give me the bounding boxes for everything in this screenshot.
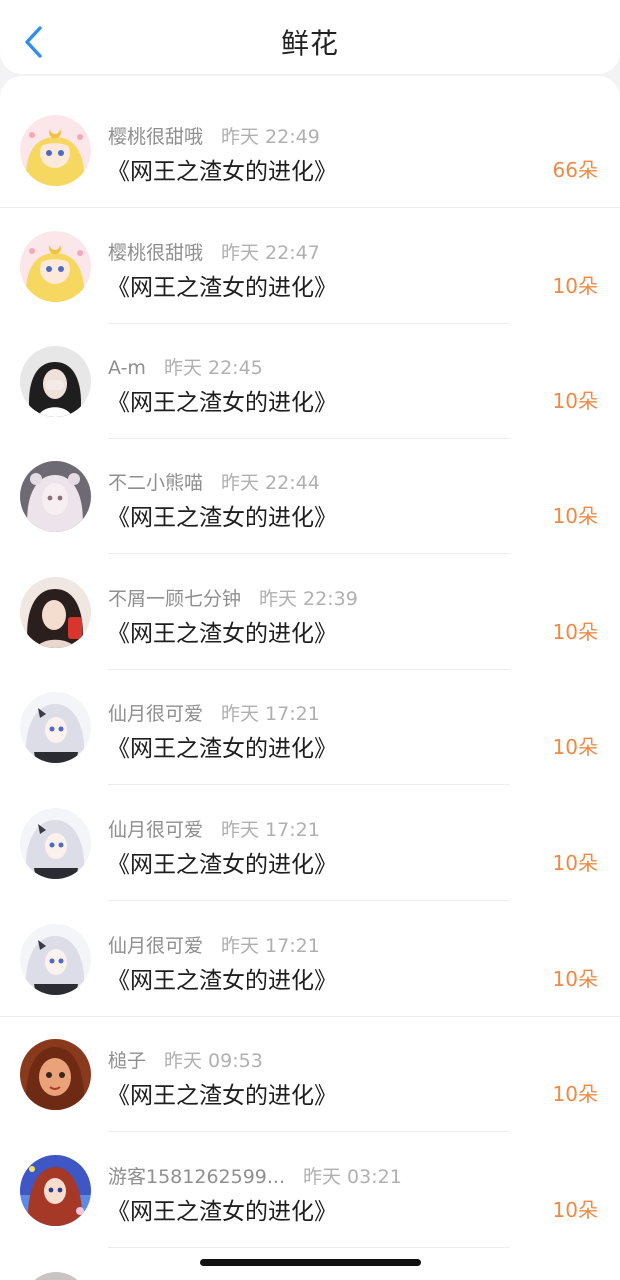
flower-count: 10朵 [552, 1082, 598, 1106]
timestamp: 昨天 22:45 [163, 357, 263, 379]
avatar[interactable] [20, 808, 91, 879]
gift-record-row[interactable]: 不二小熊喵 昨天 22:44 《网王之渣女的进化》 10朵 [0, 438, 620, 554]
gift-record-row[interactable]: 仙月很可爱 昨天 17:21 《网王之渣女的进化》 10朵 [0, 669, 620, 785]
flower-count: 10朵 [552, 851, 598, 875]
flower-count: 10朵 [552, 1198, 598, 1222]
avatar[interactable] [20, 231, 91, 302]
username[interactable]: 游客1581262599... [108, 1166, 285, 1188]
flower-gift-list[interactable]: 樱桃很甜哦 昨天 22:49 《网王之渣女的进化》 66朵 樱桃很甜哦 昨天 22:… [0, 76, 620, 1280]
book-title[interactable]: 《网王之渣女的进化》 [107, 961, 337, 995]
avatar[interactable] [20, 924, 91, 995]
timestamp: 昨天 17:21 [221, 819, 320, 841]
gift-record-row[interactable]: 仙月很可爱 昨天 17:21 《网王之渣女的进化》 10朵 [0, 901, 620, 1017]
book-title[interactable]: 《网王之渣女的进化》 [107, 383, 337, 417]
gift-record-row[interactable]: 槌子 昨天 09:53 《网王之渣女的进化》 10朵 [0, 1016, 620, 1132]
book-title[interactable]: 《网王之渣女的进化》 [107, 614, 337, 648]
gift-record-row[interactable]: A-m 昨天 22:45 《网王之渣女的进化》 10朵 [0, 323, 620, 439]
book-title[interactable]: 《网王之渣女的进化》 [107, 1192, 337, 1226]
gift-record-row[interactable]: 仙月很可爱 昨天 17:21 《网王之渣女的进化》 10朵 [0, 785, 620, 901]
timestamp: 昨天 22:49 [221, 126, 320, 148]
flower-count: 10朵 [552, 504, 598, 528]
top-bar: 鲜花 [0, 0, 620, 74]
avatar[interactable] [20, 577, 91, 648]
timestamp: 昨天 22:44 [221, 472, 320, 494]
flower-count: 66朵 [552, 158, 598, 182]
timestamp: 昨天 17:21 [221, 703, 320, 725]
username[interactable]: 仙月很可爱 [108, 819, 203, 841]
timestamp: 昨天 22:47 [221, 242, 320, 264]
home-indicator[interactable] [200, 1259, 421, 1266]
username[interactable]: 樱桃很甜哦 [108, 242, 203, 264]
username[interactable]: 仙月很可爱 [108, 703, 203, 725]
username[interactable]: 槌子 [108, 1050, 146, 1072]
avatar[interactable] [20, 461, 91, 532]
gift-record-row[interactable]: 不屑一顾七分钟 昨天 22:39 《网王之渣女的进化》 10朵 [0, 554, 620, 670]
timestamp: 昨天 22:39 [259, 588, 358, 610]
book-title[interactable]: 《网王之渣女的进化》 [107, 729, 337, 763]
flower-count: 10朵 [552, 274, 598, 298]
avatar[interactable] [20, 1155, 91, 1226]
flower-count: 10朵 [552, 620, 598, 644]
timestamp: 昨天 09:53 [164, 1050, 263, 1072]
book-title[interactable]: 《网王之渣女的进化》 [107, 845, 337, 879]
avatar[interactable] [24, 1272, 88, 1280]
gift-record-row[interactable]: 樱桃很甜哦 昨天 22:47 《网王之渣女的进化》 10朵 [0, 208, 620, 324]
avatar[interactable] [20, 692, 91, 763]
timestamp: 昨天 17:21 [221, 935, 320, 957]
flower-count: 10朵 [552, 389, 598, 413]
timestamp: 昨天 03:21 [303, 1166, 402, 1188]
page-title: 鲜花 [280, 27, 339, 60]
divider [108, 1247, 510, 1248]
username[interactable]: 樱桃很甜哦 [108, 126, 203, 148]
flower-count: 10朵 [552, 967, 598, 991]
gift-record-row[interactable]: 游客1581262599... 昨天 03:21 《网王之渣女的进化》 10朵 [0, 1132, 620, 1248]
username[interactable]: 不二小熊喵 [108, 472, 203, 494]
book-title[interactable]: 《网王之渣女的进化》 [107, 498, 337, 532]
avatar[interactable] [20, 346, 91, 417]
avatar[interactable] [20, 1039, 91, 1110]
avatar[interactable] [20, 115, 91, 186]
gift-record-row[interactable]: 樱桃很甜哦 昨天 22:49 《网王之渣女的进化》 66朵 [0, 92, 620, 208]
flower-count: 10朵 [552, 735, 598, 759]
username[interactable]: A-m [108, 357, 146, 379]
username[interactable]: 不屑一顾七分钟 [108, 588, 241, 610]
book-title[interactable]: 《网王之渣女的进化》 [107, 152, 337, 186]
book-title[interactable]: 《网王之渣女的进化》 [107, 268, 337, 302]
username[interactable]: 仙月很可爱 [108, 935, 203, 957]
book-title[interactable]: 《网王之渣女的进化》 [107, 1076, 337, 1110]
